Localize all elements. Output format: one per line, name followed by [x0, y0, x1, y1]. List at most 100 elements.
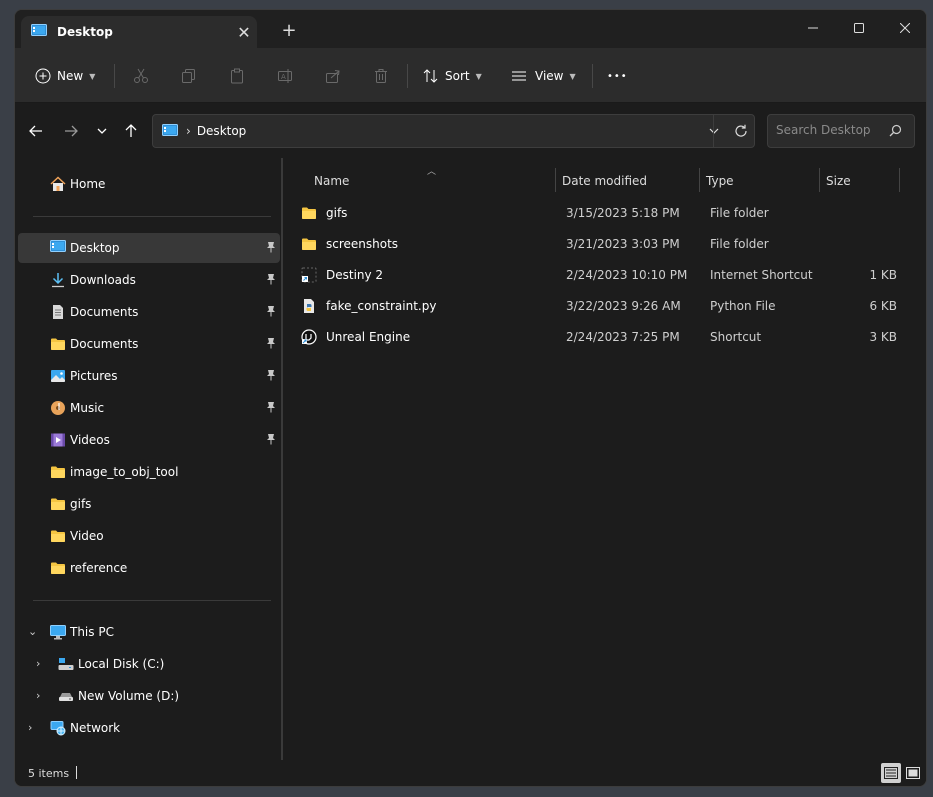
cut-button[interactable]	[133, 62, 149, 90]
divider	[592, 64, 593, 88]
close-window-button[interactable]	[882, 14, 926, 42]
pin-icon[interactable]	[266, 241, 276, 256]
tab-desktop[interactable]: Desktop ✕	[21, 16, 257, 48]
sidebar-item-downloads[interactable]: Downloads	[18, 265, 280, 295]
paste-button[interactable]	[229, 62, 245, 90]
file-row[interactable]: Unreal Engine 2/24/2023 7:25 PM Shortcut 3 …	[295, 322, 916, 352]
sidebar-item-label: New Volume (D:)	[78, 689, 180, 703]
back-button[interactable]	[23, 118, 49, 144]
sidebar-item-documents[interactable]: Documents	[18, 329, 280, 359]
pin-icon[interactable]	[266, 273, 276, 288]
file-name: Destiny 2	[326, 268, 384, 282]
breadcrumb-desktop[interactable]: Desktop	[197, 124, 247, 138]
minimize-button[interactable]	[790, 14, 836, 42]
status-bar: 5 items	[15, 760, 926, 786]
search-box[interactable]	[767, 114, 915, 148]
sidebar-item-network[interactable]: › Network	[18, 713, 280, 743]
column-date-modified[interactable]: Date modified	[562, 174, 647, 188]
desktop-icon	[162, 124, 178, 138]
sidebar-item-this-pc[interactable]: ⌄ This PC	[18, 617, 280, 647]
details-view-button[interactable]	[881, 763, 901, 783]
column-divider[interactable]	[899, 168, 900, 192]
folder-icon	[301, 205, 317, 221]
pin-icon[interactable]	[266, 305, 276, 320]
view-button[interactable]: View ▼	[511, 62, 576, 90]
folder-icon	[50, 560, 66, 576]
pictures-icon	[50, 368, 66, 384]
sidebar-item-desktop[interactable]: Desktop	[18, 233, 280, 263]
pane-splitter[interactable]	[281, 158, 283, 763]
sidebar-item-documents[interactable]: Documents	[18, 297, 280, 327]
sidebar-item-gifs[interactable]: gifs	[18, 489, 280, 519]
search-input[interactable]	[776, 123, 886, 137]
address-bar[interactable]: › Desktop	[152, 114, 755, 148]
sidebar-item-label: Local Disk (C:)	[78, 657, 165, 671]
sidebar-item-reference[interactable]: reference	[18, 553, 280, 583]
column-size[interactable]: Size	[826, 174, 851, 188]
python-file-icon	[301, 298, 317, 314]
file-row[interactable]: screenshots 3/21/2023 3:03 PM File folder	[295, 229, 916, 259]
sidebar-item-home[interactable]: Home	[18, 169, 280, 199]
sidebar-item-label: Documents	[70, 305, 139, 319]
folder-icon	[50, 336, 66, 352]
folder-icon	[301, 236, 317, 252]
home-icon	[50, 176, 66, 192]
divider	[754, 115, 755, 147]
sidebar-item-music[interactable]: Music	[18, 393, 280, 423]
recent-locations-button[interactable]	[89, 118, 115, 144]
sidebar-item-image-to-obj-tool[interactable]: image_to_obj_tool	[18, 457, 280, 487]
internet-shortcut-icon	[301, 267, 317, 283]
column-headers: ︿ Name Date modified Type Size	[285, 166, 926, 194]
up-button[interactable]	[118, 118, 144, 144]
tiles-view-button[interactable]	[903, 763, 923, 783]
file-list: ︿ Name Date modified Type Size gifs 3/15/…	[285, 158, 926, 763]
maximize-button[interactable]	[836, 14, 882, 42]
trash-icon	[375, 69, 387, 83]
folder-icon	[50, 528, 66, 544]
column-name[interactable]: Name	[314, 174, 349, 188]
column-divider[interactable]	[819, 168, 820, 192]
file-row[interactable]: Destiny 2 2/24/2023 10:10 PM Internet Shor…	[295, 260, 916, 290]
rename-button[interactable]: A	[277, 62, 293, 90]
chevron-down-icon: ▼	[475, 71, 482, 81]
file-size: 1 KB	[869, 268, 897, 282]
column-divider[interactable]	[699, 168, 700, 192]
address-history-button[interactable]	[708, 125, 720, 137]
sidebar-item-pictures[interactable]: Pictures	[18, 361, 280, 391]
system-drive-icon	[58, 656, 74, 672]
share-icon	[326, 70, 340, 83]
sidebar-item-label: reference	[70, 561, 128, 575]
close-icon	[900, 23, 910, 33]
new-button[interactable]: New ▼	[35, 62, 95, 90]
chevron-right-icon: ›	[28, 721, 33, 734]
sidebar-item-videos[interactable]: Videos	[18, 425, 280, 455]
sidebar-item-local-disk-c[interactable]: › Local Disk (C:)	[18, 649, 280, 679]
sidebar-item-label: Home	[70, 177, 106, 191]
delete-button[interactable]	[373, 62, 389, 90]
sidebar-item-new-volume-d[interactable]: › New Volume (D:)	[18, 681, 280, 711]
more-options-button[interactable]: •••	[607, 62, 628, 90]
pin-icon[interactable]	[266, 433, 276, 448]
desktop-icon	[31, 23, 47, 41]
close-tab-button[interactable]: ✕	[231, 23, 257, 42]
column-type[interactable]: Type	[706, 174, 734, 188]
new-tab-button[interactable]: +	[279, 20, 299, 41]
pin-icon[interactable]	[266, 401, 276, 416]
pin-icon[interactable]	[266, 337, 276, 352]
sidebar-item-video[interactable]: Video	[18, 521, 280, 551]
column-divider[interactable]	[555, 168, 556, 192]
pin-icon[interactable]	[266, 369, 276, 384]
sort-button[interactable]: Sort ▼	[423, 62, 482, 90]
copy-button[interactable]	[181, 62, 197, 90]
file-row[interactable]: fake_constraint.py 3/22/2023 9:26 AM Pytho…	[295, 291, 916, 321]
refresh-button[interactable]	[734, 124, 748, 138]
folder-icon	[50, 464, 66, 480]
share-button[interactable]	[325, 62, 341, 90]
refresh-icon	[735, 124, 747, 137]
file-row[interactable]: gifs 3/15/2023 5:18 PM File folder	[295, 198, 916, 228]
sidebar-item-label: Network	[70, 721, 121, 735]
forward-button[interactable]	[58, 118, 84, 144]
videos-icon	[50, 432, 66, 448]
sidebar-item-label: gifs	[70, 497, 92, 511]
chevron-down-icon: ⌄	[28, 625, 38, 638]
